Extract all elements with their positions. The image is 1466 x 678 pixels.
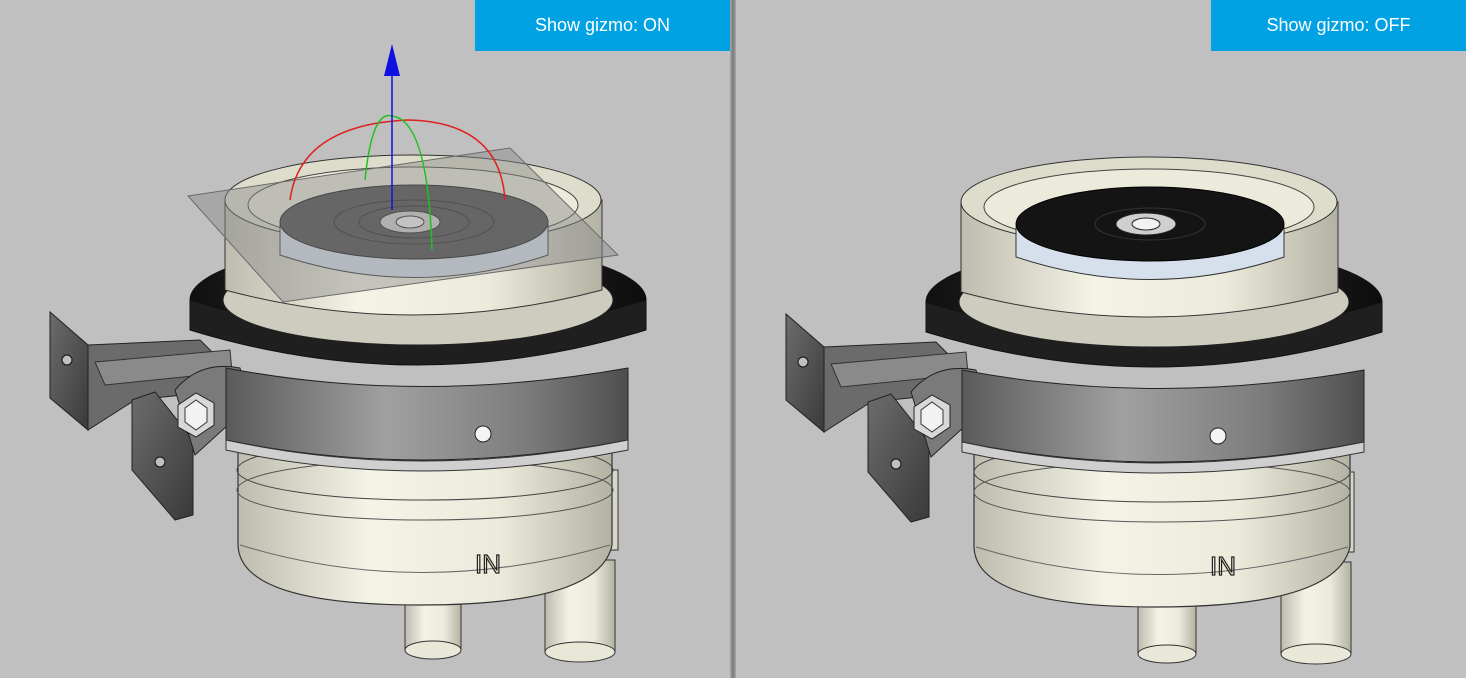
model-render[interactable]: IN xyxy=(736,0,1466,678)
show-gizmo-toggle-left[interactable]: Show gizmo: ON xyxy=(475,0,730,51)
gizmo-z-arrow[interactable] xyxy=(384,44,400,76)
clamp-band xyxy=(225,367,629,472)
clamp-band xyxy=(961,369,1365,474)
model-render[interactable]: IN xyxy=(0,0,730,678)
inlet-label: IN xyxy=(1210,551,1236,581)
upper-cup xyxy=(960,156,1339,318)
viewport-left[interactable]: IN Show gizmo: ON xyxy=(0,0,730,678)
mounting-bracket xyxy=(785,312,987,523)
mounting-bracket xyxy=(49,310,251,521)
viewport-right[interactable]: IN Show gizmo: OFF xyxy=(736,0,1466,678)
inlet-label: IN xyxy=(475,549,501,579)
show-gizmo-toggle-right[interactable]: Show gizmo: OFF xyxy=(1211,0,1466,51)
